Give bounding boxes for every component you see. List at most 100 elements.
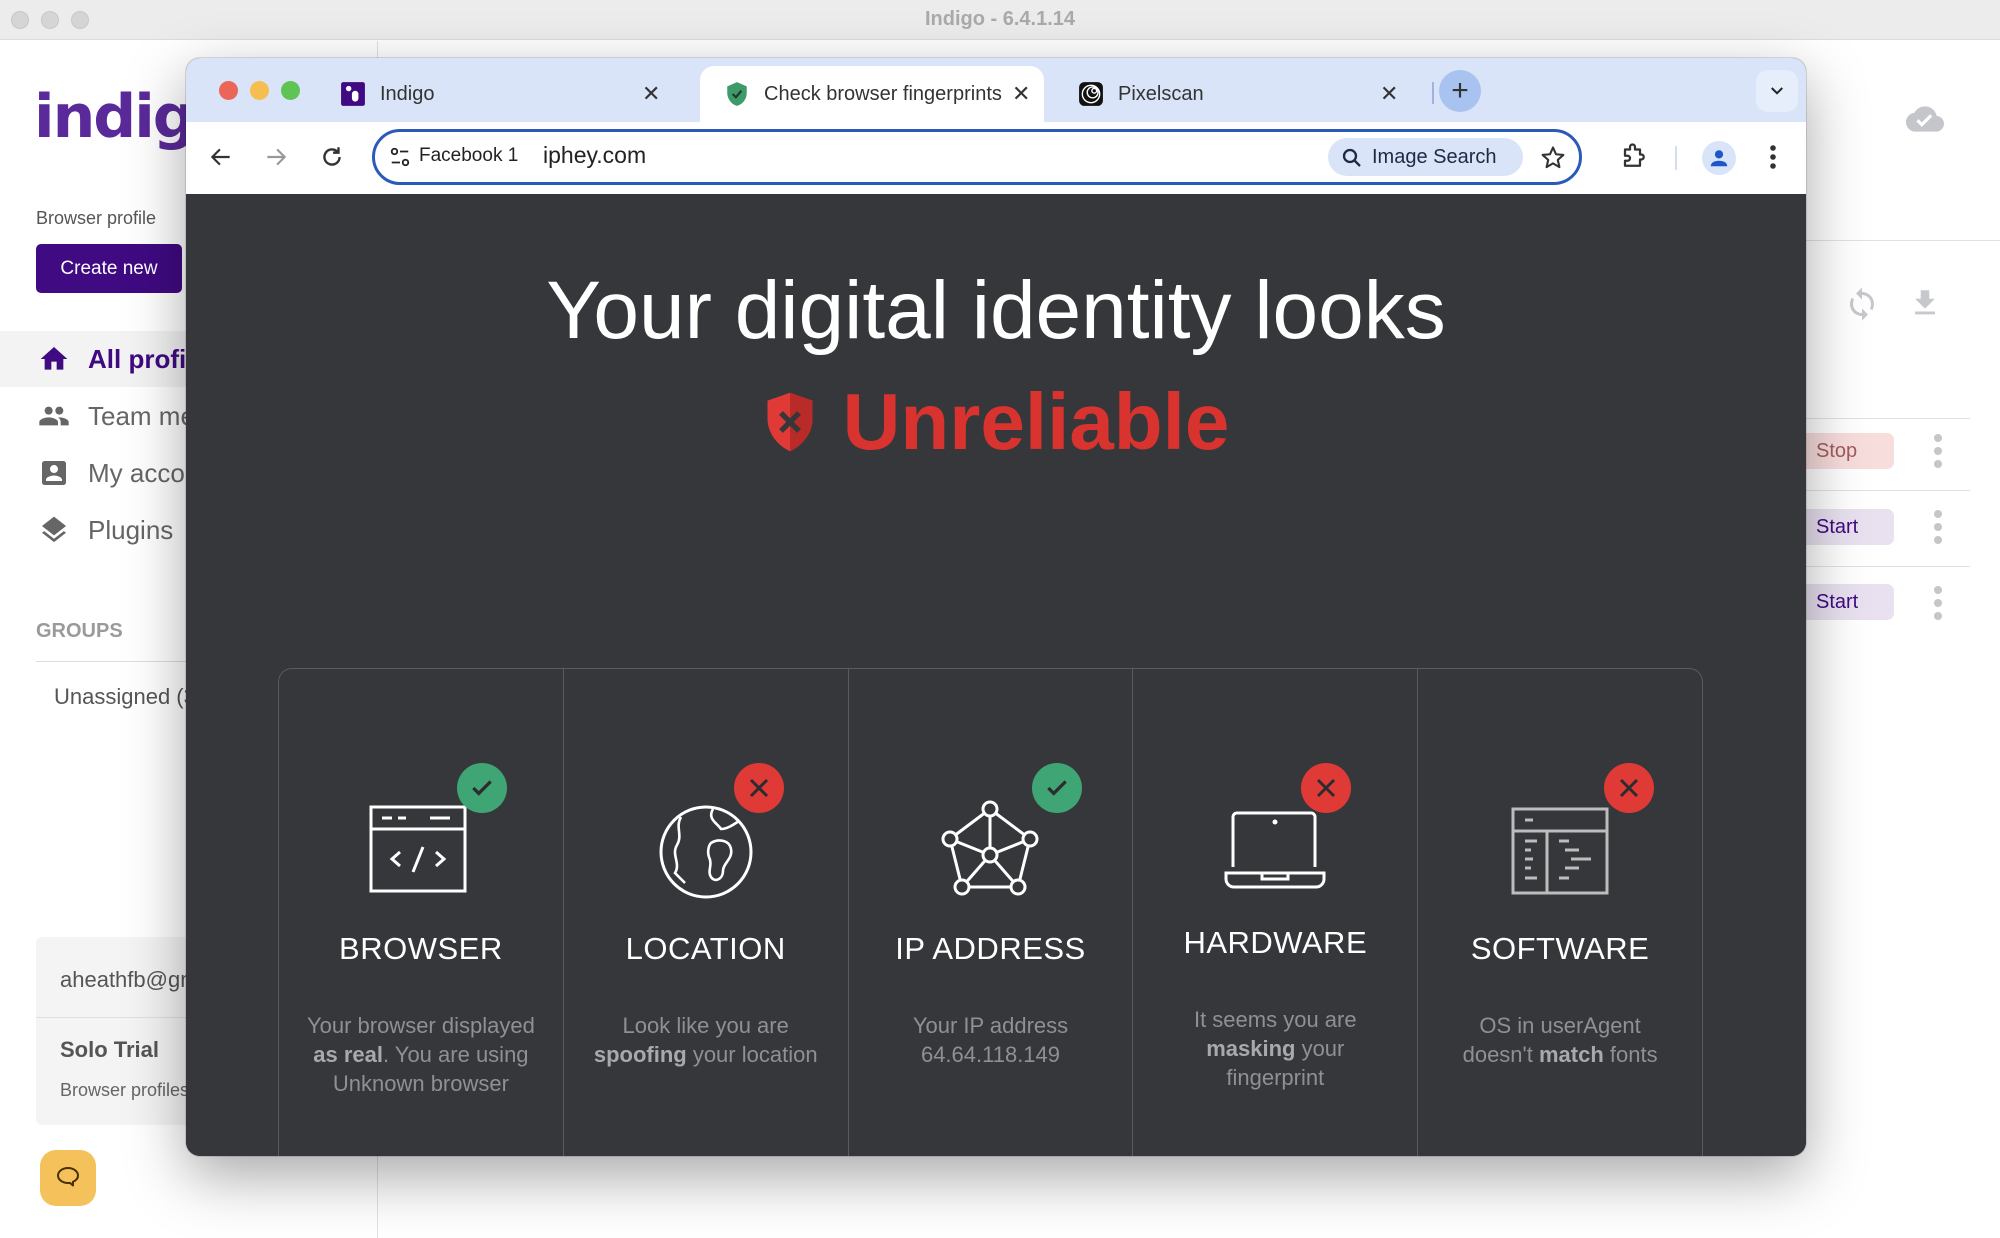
check-card-software[interactable]: SOFTWARE OS in userAgent doesn't match f…: [1418, 669, 1702, 1156]
layers-icon: [42, 516, 66, 543]
browser-close-button[interactable]: [219, 81, 238, 100]
chrome-menu-button[interactable]: [1758, 142, 1788, 172]
chat-icon: [57, 1167, 79, 1187]
status-badge-fail: [733, 763, 784, 813]
url-text[interactable]: iphey.com: [543, 142, 646, 169]
tab-search-button[interactable]: [1756, 70, 1798, 112]
arrow-right-icon: [267, 148, 287, 166]
person-icon: [1710, 150, 1728, 167]
tab-pixelscan[interactable]: Pixelscan ✕: [1054, 66, 1404, 122]
reload-icon: [323, 147, 341, 166]
check-icon: [472, 780, 492, 796]
create-new-button[interactable]: Create new: [36, 244, 182, 293]
status-badge-fail: [1604, 763, 1655, 813]
x-icon: [1620, 778, 1639, 798]
divider: [1806, 418, 1970, 419]
site-settings-icon[interactable]: [389, 146, 411, 168]
extensions-button[interactable]: [1620, 142, 1650, 172]
sync-icon[interactable]: [1844, 286, 1880, 322]
check-icon: [1046, 780, 1067, 796]
profile-more-menu[interactable]: [1933, 434, 1943, 468]
tab-separator: [1432, 82, 1434, 104]
divider: [1806, 240, 2000, 241]
image-search-button[interactable]: Image Search: [1328, 138, 1523, 176]
check-title: IP ADDRESS: [895, 931, 1086, 966]
app-titlebar: Indigo - 6.4.1.14: [0, 0, 2000, 40]
check-description: It seems you are masking your fingerprin…: [1193, 1007, 1357, 1090]
profile-start-button[interactable]: Start: [1806, 509, 1894, 545]
tab-close-icon[interactable]: ✕: [1012, 81, 1030, 107]
browser-minimize-button[interactable]: [250, 81, 269, 100]
shield-x-icon: [767, 392, 813, 452]
check-card-ip-address[interactable]: IP ADDRESS Your IP address 64.64.118.149: [849, 669, 1134, 1156]
moon-icon[interactable]: [1846, 102, 1880, 136]
divider: [1806, 566, 1970, 567]
pixelscan-favicon: [1079, 82, 1103, 106]
sidebar-item-label: Plugins: [88, 514, 174, 545]
divider: [1806, 490, 1970, 491]
page-content: Your digital identity looks Unreliable B…: [186, 194, 1806, 1156]
check-title: SOFTWARE: [1470, 931, 1650, 966]
headline: Your digital identity looks: [546, 265, 1446, 356]
tab-check-browser-fingerprints[interactable]: Check browser fingerprints ✕: [700, 66, 1044, 122]
chevron-down-icon: [1771, 87, 1783, 95]
verdict-label: Unreliable: [842, 377, 1230, 466]
home-icon: [40, 347, 68, 370]
x-icon: [1317, 778, 1336, 798]
profile-chip[interactable]: Facebook 1: [419, 145, 518, 167]
shield-check-favicon: [727, 82, 747, 106]
check-card-browser[interactable]: BROWSER Your browser displayed as real. …: [279, 669, 564, 1156]
address-bar[interactable]: Facebook 1 iphey.com Image Search: [372, 129, 1582, 185]
reload-button[interactable]: [317, 142, 347, 172]
profile-avatar-button[interactable]: [1702, 141, 1736, 175]
check-title: BROWSER: [339, 931, 503, 966]
team-icon: [39, 406, 69, 426]
check-card-hardware[interactable]: HARDWARE It seems you are masking your f…: [1133, 669, 1419, 1156]
tab-close-icon[interactable]: ✕: [1380, 81, 1398, 107]
support-chat-button[interactable]: [40, 1150, 96, 1206]
back-button[interactable]: [206, 142, 236, 172]
profile-more-menu[interactable]: [1933, 586, 1943, 620]
image-search-label: Image Search: [1372, 146, 1497, 168]
profile-more-menu[interactable]: [1933, 510, 1943, 544]
new-tab-button[interactable]: +: [1439, 70, 1481, 112]
indigo-favicon: [341, 82, 365, 106]
plus-icon: +: [1451, 74, 1469, 107]
x-icon: [749, 778, 768, 798]
download-icon[interactable]: [1908, 284, 1942, 322]
window-title: Indigo - 6.4.1.14: [924, 8, 1076, 30]
profile-start-button[interactable]: Start: [1806, 584, 1894, 620]
arrow-left-icon: [210, 148, 230, 166]
groups-heading: GROUPS: [36, 620, 123, 642]
software-window-icon: [1511, 807, 1609, 895]
profile-stop-button[interactable]: Stop: [1806, 433, 1894, 469]
browser-zoom-button[interactable]: [281, 81, 300, 100]
search-icon: [1342, 148, 1361, 167]
browser-window: Indigo ✕ Check browser fingerprints ✕ Pi…: [186, 58, 1806, 1156]
tab-indigo[interactable]: Indigo ✕: [316, 66, 666, 122]
tab-strip: Indigo ✕ Check browser fingerprints ✕ Pi…: [186, 58, 1806, 122]
bookmark-star-icon[interactable]: [1539, 144, 1567, 172]
status-badge-ok: [457, 763, 507, 813]
checks-grid: BROWSER Your browser displayed as real. …: [278, 668, 1703, 1156]
tab-title: Check browser fingerprints: [764, 82, 1002, 105]
check-description: Look like you are spoofing your location: [593, 1013, 818, 1067]
check-description: Your IP address 64.64.118.149: [912, 1013, 1069, 1067]
profiles-panel: [1806, 41, 2000, 1238]
check-description: OS in userAgent doesn't match fonts: [1462, 1013, 1658, 1067]
check-card-location[interactable]: LOCATION Look like you are spoofing your…: [564, 669, 849, 1156]
status-badge-fail: [1301, 763, 1352, 813]
tab-title: Pixelscan: [1118, 82, 1204, 105]
browser-profile-label: Browser profile: [36, 208, 157, 228]
network-icon: [941, 800, 1039, 896]
more-vert-icon: [1770, 145, 1776, 169]
tab-title: Indigo: [380, 82, 435, 105]
cloud-check-icon[interactable]: [1904, 100, 1946, 138]
plan-subtitle: Browser profiles: [60, 1080, 190, 1100]
check-title: HARDWARE: [1183, 925, 1368, 960]
verdict-row: Unreliable: [186, 376, 1806, 468]
tab-close-icon[interactable]: ✕: [642, 81, 660, 107]
group-item-unassigned[interactable]: Unassigned (3): [54, 684, 203, 710]
plan-name: Solo Trial: [60, 1037, 160, 1062]
forward-button[interactable]: [261, 142, 291, 172]
